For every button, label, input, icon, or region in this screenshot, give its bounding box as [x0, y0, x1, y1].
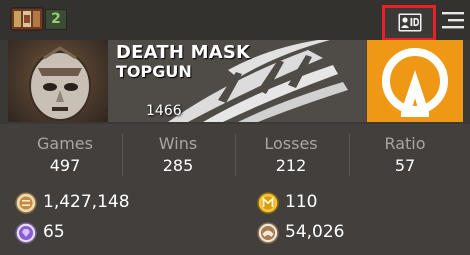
- stat-games-label: Games: [37, 134, 93, 153]
- clan-name: TOPGUN: [116, 62, 192, 81]
- player-banner[interactable]: DEATH MASK TOPGUN 1466: [8, 40, 463, 122]
- stat-losses: Losses 212: [236, 134, 346, 175]
- experience-icon: [257, 222, 279, 244]
- stat-games-value: 497: [49, 156, 81, 175]
- stat-wins-value: 285: [162, 156, 194, 175]
- stat-ratio-label: Ratio: [384, 134, 426, 153]
- gems-value: 65: [43, 222, 65, 242]
- rank-emblem[interactable]: [367, 40, 463, 122]
- hamburger-menu-icon[interactable]: [440, 10, 465, 30]
- rating-value: 1466: [146, 103, 182, 119]
- rank-logo-icon: [382, 48, 448, 117]
- player-name: DEATH MASK: [116, 42, 251, 63]
- stat-wins: Wins 285: [123, 134, 233, 175]
- medal-coin-icon: [257, 192, 279, 214]
- item-count-badge: 2: [45, 9, 67, 30]
- stat-games: Games 497: [10, 134, 120, 175]
- experience-value: 54,026: [285, 222, 345, 242]
- stat-ratio-value: 57: [394, 156, 416, 175]
- avatar[interactable]: [8, 40, 108, 122]
- stat-wins-label: Wins: [158, 134, 198, 153]
- credits-coin-icon: [15, 192, 37, 214]
- credits-value: 1,427,148: [43, 192, 130, 212]
- gem-icon: [15, 222, 37, 244]
- medals-value: 110: [285, 192, 318, 212]
- stat-losses-label: Losses: [264, 134, 318, 153]
- player-id-button[interactable]: [382, 5, 436, 41]
- stat-losses-value: 212: [275, 156, 307, 175]
- inventory-icon[interactable]: [10, 6, 44, 32]
- stat-ratio: Ratio 57: [350, 134, 460, 175]
- player-id-card-icon: [398, 13, 422, 32]
